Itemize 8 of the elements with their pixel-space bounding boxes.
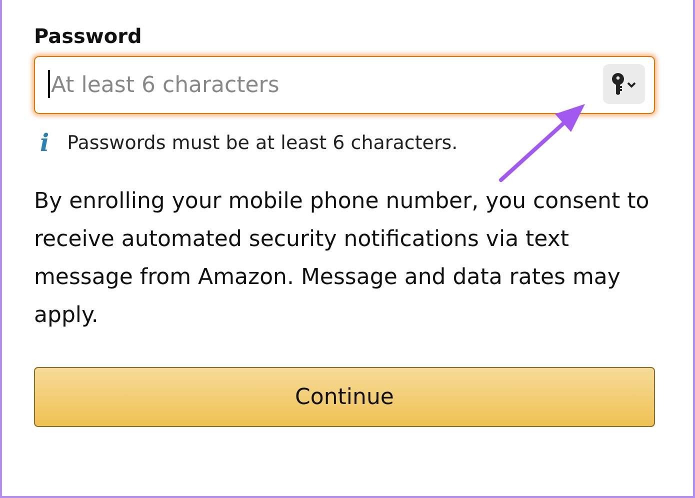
info-icon: i: [40, 128, 50, 157]
continue-button[interactable]: Continue: [34, 367, 655, 427]
password-manager-button[interactable]: [603, 64, 645, 104]
hint-text: Passwords must be at least 6 characters.: [67, 132, 458, 154]
field-label: Password: [34, 24, 143, 48]
text-cursor: [48, 70, 50, 98]
consent-text: By enrolling your mobile phone number, you consent to receive automated security notifications via text message from Amazon. Message and data rates may apply.: [34, 188, 650, 330]
password-field[interactable]: At least 6 characters: [34, 56, 655, 114]
